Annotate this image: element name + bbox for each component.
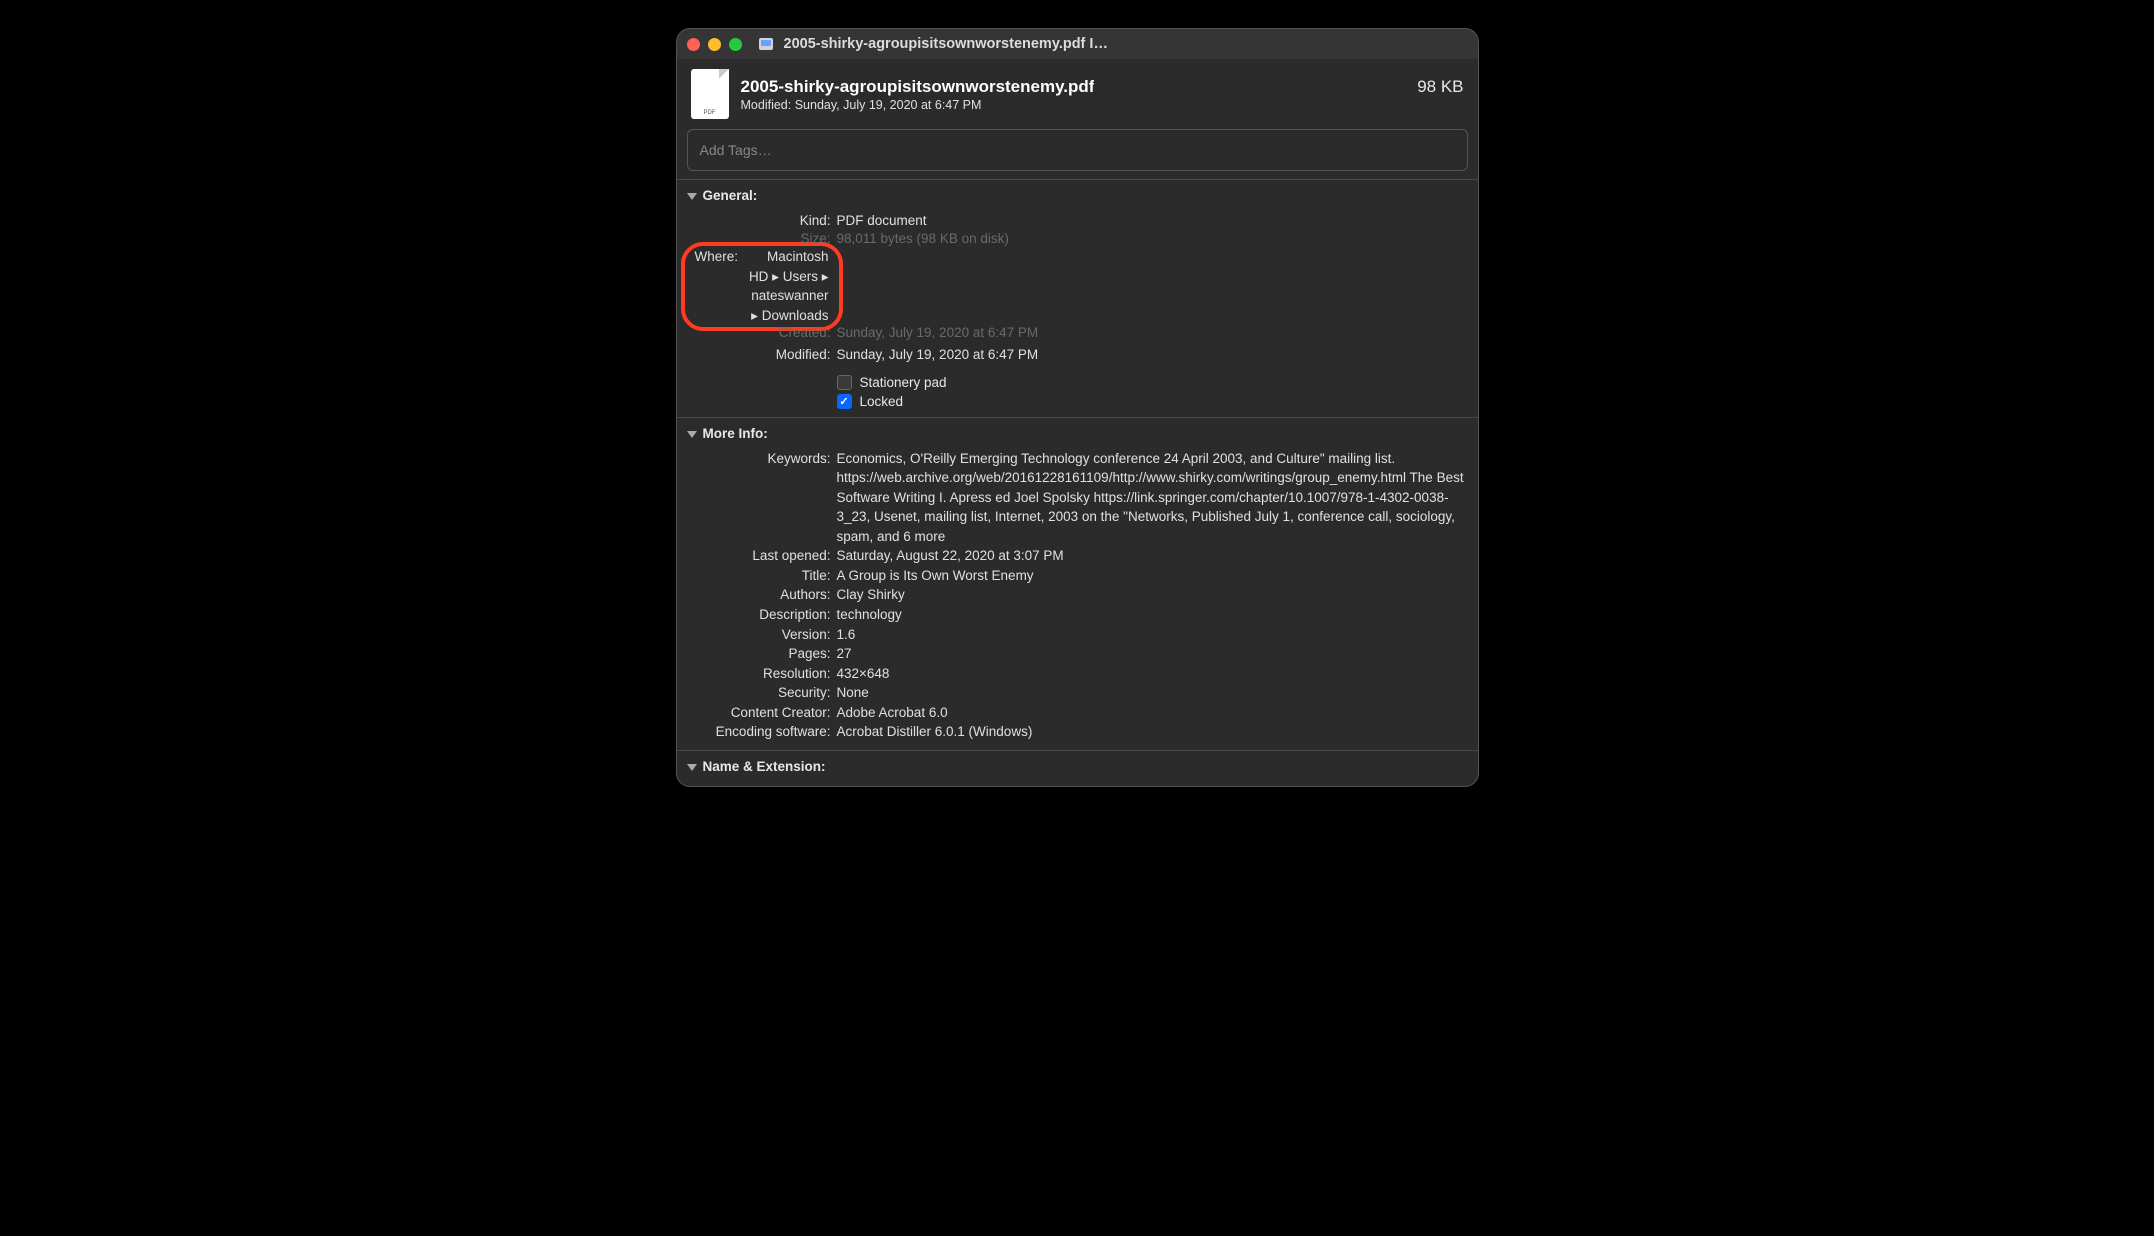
- section-name-extension-title: Name & Extension:: [703, 759, 826, 774]
- window-title: 2005-shirky-agroupisitsownworstenemy.pdf…: [784, 36, 1108, 52]
- stationery-pad-label: Stationery pad: [860, 375, 947, 390]
- locked-checkbox[interactable]: [837, 394, 852, 409]
- encoding-software-label: Encoding software:: [687, 722, 837, 742]
- created-value: Sunday, July 19, 2020 at 6:47 PM: [837, 323, 1468, 343]
- authors-label: Authors:: [687, 585, 837, 605]
- section-name-extension-header[interactable]: Name & Extension:: [687, 757, 1468, 776]
- resolution-label: Resolution:: [687, 664, 837, 684]
- document-icon: PDF: [691, 69, 729, 119]
- version-value: 1.6: [837, 625, 1468, 645]
- size-label: Size:: [687, 229, 837, 249]
- tags-input[interactable]: Add Tags…: [687, 129, 1468, 171]
- titlebar: 2005-shirky-agroupisitsownworstenemy.pdf…: [677, 29, 1478, 59]
- modified-label: Modified:: [741, 98, 792, 112]
- keywords-value: Economics, O'Reilly Emerging Technology …: [837, 449, 1468, 547]
- modified-value: Sunday, July 19, 2020 at 6:47 PM: [795, 98, 982, 112]
- pages-value: 27: [837, 644, 1468, 664]
- content-creator-value: Adobe Acrobat 6.0: [837, 703, 1468, 723]
- close-button[interactable]: [687, 38, 700, 51]
- resolution-value: 432×648: [837, 664, 1468, 684]
- security-label: Security:: [687, 683, 837, 703]
- last-opened-value: Saturday, August 22, 2020 at 3:07 PM: [837, 546, 1468, 566]
- zoom-button[interactable]: [729, 38, 742, 51]
- version-label: Version:: [687, 625, 837, 645]
- chevron-down-icon: [687, 193, 697, 200]
- security-value: None: [837, 683, 1468, 703]
- file-header: PDF 2005-shirky-agroupisitsownworstenemy…: [677, 59, 1478, 127]
- pages-label: Pages:: [687, 644, 837, 664]
- preview-app-icon: [758, 36, 774, 52]
- created-label: Created:: [687, 323, 837, 343]
- section-more-info-title: More Info:: [703, 426, 768, 441]
- where-highlight: Where: Macintosh HD ▸ Users ▸ nateswanne…: [681, 242, 843, 331]
- modified-value-general: Sunday, July 19, 2020 at 6:47 PM: [837, 345, 1468, 365]
- content-creator-label: Content Creator:: [687, 703, 837, 723]
- file-name: 2005-shirky-agroupisitsownworstenemy.pdf: [741, 77, 1095, 97]
- minimize-button[interactable]: [708, 38, 721, 51]
- section-general: General: Kind: PDF document Size: 98,011…: [677, 179, 1478, 417]
- encoding-software-value: Acrobat Distiller 6.0.1 (Windows): [837, 722, 1468, 742]
- where-value: Macintosh HD ▸ Users ▸ nateswanner ▸ Dow…: [744, 247, 828, 325]
- title-value: A Group is Its Own Worst Enemy: [837, 566, 1468, 586]
- section-name-extension: Name & Extension:: [677, 750, 1478, 786]
- modified-label-general: Modified:: [687, 345, 837, 365]
- size-value: 98,011 bytes (98 KB on disk): [837, 229, 1468, 249]
- section-general-header[interactable]: General:: [687, 186, 1468, 205]
- stationery-pad-checkbox[interactable]: [837, 375, 852, 390]
- chevron-down-icon: [687, 764, 697, 771]
- chevron-down-icon: [687, 431, 697, 438]
- section-more-info: More Info: Keywords: Economics, O'Reilly…: [677, 417, 1478, 750]
- description-label: Description:: [687, 605, 837, 625]
- locked-label: Locked: [860, 394, 904, 409]
- where-label: Where:: [695, 247, 739, 325]
- description-value: technology: [837, 605, 1468, 625]
- file-size: 98 KB: [1417, 77, 1463, 97]
- last-opened-label: Last opened:: [687, 546, 837, 566]
- traffic-lights: [687, 38, 742, 51]
- section-general-title: General:: [703, 188, 758, 203]
- title-label: Title:: [687, 566, 837, 586]
- keywords-label: Keywords:: [687, 449, 837, 547]
- pdf-badge: PDF: [704, 110, 716, 116]
- section-more-info-header[interactable]: More Info:: [687, 424, 1468, 443]
- authors-value: Clay Shirky: [837, 585, 1468, 605]
- info-window: 2005-shirky-agroupisitsownworstenemy.pdf…: [676, 28, 1479, 787]
